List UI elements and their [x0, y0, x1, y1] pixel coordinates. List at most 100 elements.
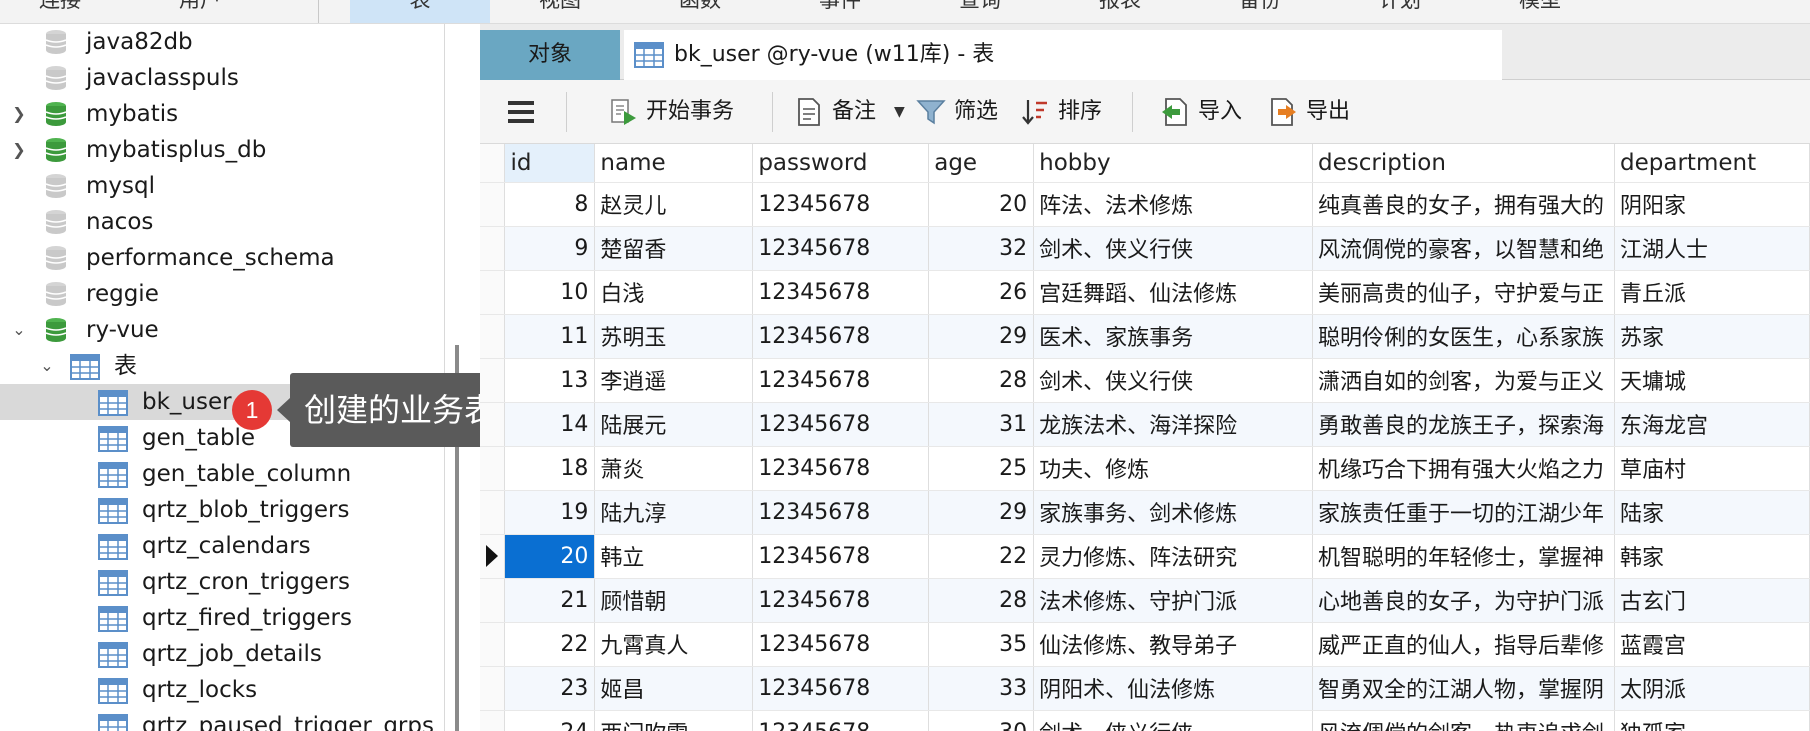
begin-transaction-button[interactable]: 开始事务 — [608, 94, 748, 130]
row-marker[interactable] — [480, 226, 506, 271]
cell-name[interactable]: 萧炎 — [594, 446, 754, 491]
cell-name[interactable]: 九霄真人 — [594, 622, 754, 667]
table-row[interactable]: 22 九霄真人 12345678 35 仙法修炼、教导弟子 威严正直的仙人，指导后辈修 蓝霞… — [480, 622, 1810, 667]
row-marker[interactable] — [480, 446, 506, 491]
table-row[interactable]: 14 陆展元 12345678 31 龙族法术、海洋探险 勇敢善良的龙族王子，探索海 东海龙… — [480, 402, 1810, 447]
tree-table-qrtz-locks[interactable]: qrtz_locks — [0, 672, 444, 708]
cell-description[interactable]: 美丽高贵的仙子，守护爱与正 — [1312, 270, 1616, 315]
cell-password[interactable]: 12345678 — [752, 226, 930, 271]
cell-password[interactable]: 12345678 — [752, 314, 930, 359]
cell-hobby[interactable]: 剑术、侠义行侠 — [1033, 358, 1314, 403]
cell-age[interactable]: 33 — [928, 666, 1035, 711]
cell-description[interactable]: 威严正直的仙人，指导后辈修 — [1312, 622, 1616, 667]
cell-department[interactable]: 阴阳家 — [1614, 182, 1810, 227]
column-header-id[interactable]: id — [504, 144, 596, 183]
ribbon-queries[interactable]: 查询 — [940, 0, 1020, 23]
cell-department[interactable]: 陆家 — [1614, 490, 1810, 535]
tree-table-qrtz-blob-triggers[interactable]: qrtz_blob_triggers — [0, 492, 444, 528]
chevron-down-icon[interactable]: ⌄ — [37, 348, 57, 384]
cell-description[interactable]: 风流倜傥的豪客，以智慧和绝 — [1312, 226, 1616, 271]
table-row[interactable]: 11 苏明玉 12345678 29 医术、家族事务 聪明伶俐的女医生，心系家族 苏家 — [480, 314, 1810, 359]
cell-description[interactable]: 勇敢善良的龙族王子，探索海 — [1312, 402, 1616, 447]
cell-id[interactable]: 11 — [504, 314, 596, 359]
cell-hobby[interactable]: 龙族法术、海洋探险 — [1033, 402, 1314, 447]
tab-objects[interactable]: 对象 — [480, 30, 620, 80]
ribbon-connect[interactable]: 连接 — [20, 0, 100, 23]
cell-age[interactable]: 26 — [928, 270, 1035, 315]
cell-age[interactable]: 28 — [928, 578, 1035, 623]
table-row[interactable]: 9 楚留香 12345678 32 剑术、侠义行侠 风流倜傥的豪客，以智慧和绝 江湖人士 — [480, 226, 1810, 271]
cell-department[interactable]: 青丘派 — [1614, 270, 1810, 315]
cell-password[interactable]: 12345678 — [752, 578, 930, 623]
cell-id[interactable]: 24 — [504, 710, 596, 731]
tree-table-gen-table-column[interactable]: gen_table_column — [0, 456, 444, 492]
cell-password[interactable]: 12345678 — [752, 358, 930, 403]
cell-password[interactable]: 12345678 — [752, 182, 930, 227]
cell-hobby[interactable]: 阴阳术、仙法修炼 — [1033, 666, 1314, 711]
table-row[interactable]: 13 李逍遥 12345678 28 剑术、侠义行侠 潇洒自如的剑客，为爱与正义 天墉城 — [480, 358, 1810, 403]
cell-id[interactable]: 23 — [504, 666, 596, 711]
row-marker[interactable] — [480, 578, 506, 623]
row-marker[interactable] — [480, 270, 506, 315]
cell-age[interactable]: 29 — [928, 490, 1035, 535]
cell-name[interactable]: 陆展元 — [594, 402, 754, 447]
tab-bk-user-table[interactable]: bk_user @ry-vue (w11库) - 表 — [624, 30, 1502, 80]
table-row[interactable]: 21 顾惜朝 12345678 28 法术修炼、守护门派 心地善良的女子，为守护门派 古玄门 — [480, 578, 1810, 623]
cell-description[interactable]: 机智聪明的年轻修士，掌握神 — [1312, 534, 1616, 579]
cell-hobby[interactable]: 剑术、侠义行侠 — [1033, 226, 1314, 271]
tree-db-mybatisplus-db[interactable]: ❯ mybatisplus_db — [0, 132, 444, 168]
ribbon-reports[interactable]: 报表 — [1080, 0, 1160, 23]
cell-department[interactable]: 东海龙宫 — [1614, 402, 1810, 447]
cell-age[interactable]: 30 — [928, 710, 1035, 731]
chevron-right-icon[interactable]: ❯ — [9, 96, 29, 132]
cell-department[interactable]: 古玄门 — [1614, 578, 1810, 623]
cell-age[interactable]: 22 — [928, 534, 1035, 579]
cell-id[interactable]: 18 — [504, 446, 596, 491]
tree-db-reggie[interactable]: reggie — [0, 276, 444, 312]
table-row[interactable]: 19 陆九淳 12345678 29 家族事务、剑术修炼 家族责任重于一切的江湖少年 陆家 — [480, 490, 1810, 535]
row-marker[interactable] — [480, 358, 506, 403]
cell-description[interactable]: 潇洒自如的剑客，为爱与正义 — [1312, 358, 1616, 403]
cell-description[interactable]: 机缘巧合下拥有强大火焰之力 — [1312, 446, 1616, 491]
cell-hobby[interactable]: 法术修炼、守护门派 — [1033, 578, 1314, 623]
filter-button[interactable]: 筛选 — [916, 94, 1012, 130]
column-header-description[interactable]: description — [1312, 144, 1616, 183]
cell-hobby[interactable]: 功夫、修炼 — [1033, 446, 1314, 491]
cell-name[interactable]: 李逍遥 — [594, 358, 754, 403]
cell-department[interactable]: 蓝霞宫 — [1614, 622, 1810, 667]
cell-age[interactable]: 20 — [928, 182, 1035, 227]
cell-id[interactable]: 8 — [504, 182, 596, 227]
cell-name[interactable]: 姬昌 — [594, 666, 754, 711]
ribbon-events[interactable]: 事件 — [800, 0, 880, 23]
cell-department[interactable]: 苏家 — [1614, 314, 1810, 359]
tree-table-qrtz-cron-triggers[interactable]: qrtz_cron_triggers — [0, 564, 444, 600]
cell-id[interactable]: 19 — [504, 490, 596, 535]
cell-password[interactable]: 12345678 — [752, 402, 930, 447]
tree-db-javaclasspuls[interactable]: javaclasspuls — [0, 60, 444, 96]
cell-password[interactable]: 12345678 — [752, 446, 930, 491]
tree-table-qrtz-job-details[interactable]: qrtz_job_details — [0, 636, 444, 672]
tree-db-ry-vue[interactable]: ⌄ ry-vue — [0, 312, 444, 348]
cell-hobby[interactable]: 医术、家族事务 — [1033, 314, 1314, 359]
cell-name[interactable]: 苏明玉 — [594, 314, 754, 359]
row-marker[interactable] — [480, 182, 506, 227]
ribbon-schedule[interactable]: 计划 — [1360, 0, 1440, 23]
table-row[interactable]: 24西门吹雪1234567830剑术、侠义行侠风流倜傥的剑客，热衷追求剑独孤家 — [480, 710, 1810, 731]
cell-description[interactable]: 风流倜傥的剑客，热衷追求剑 — [1312, 710, 1616, 731]
tree-db-performance-schema[interactable]: performance_schema — [0, 240, 444, 276]
ribbon-functions[interactable]: 函数 — [660, 0, 740, 23]
chevron-right-icon[interactable]: ❯ — [9, 132, 29, 168]
row-marker[interactable] — [480, 490, 506, 535]
cell-hobby[interactable]: 仙法修炼、教导弟子 — [1033, 622, 1314, 667]
cell-description[interactable]: 心地善良的女子，为守护门派 — [1312, 578, 1616, 623]
cell-department[interactable]: 天墉城 — [1614, 358, 1810, 403]
cell-hobby[interactable]: 灵力修炼、阵法研究 — [1033, 534, 1314, 579]
cell-name[interactable]: 陆九淳 — [594, 490, 754, 535]
cell-id[interactable]: 9 — [504, 226, 596, 271]
cell-name[interactable]: 白浅 — [594, 270, 754, 315]
cell-name[interactable]: 西门吹雪 — [594, 710, 754, 731]
sort-button[interactable]: 排序 — [1020, 94, 1116, 130]
cell-department[interactable]: 韩家 — [1614, 534, 1810, 579]
cell-description[interactable]: 纯真善良的女子，拥有强大的 — [1312, 182, 1616, 227]
cell-name[interactable]: 楚留香 — [594, 226, 754, 271]
